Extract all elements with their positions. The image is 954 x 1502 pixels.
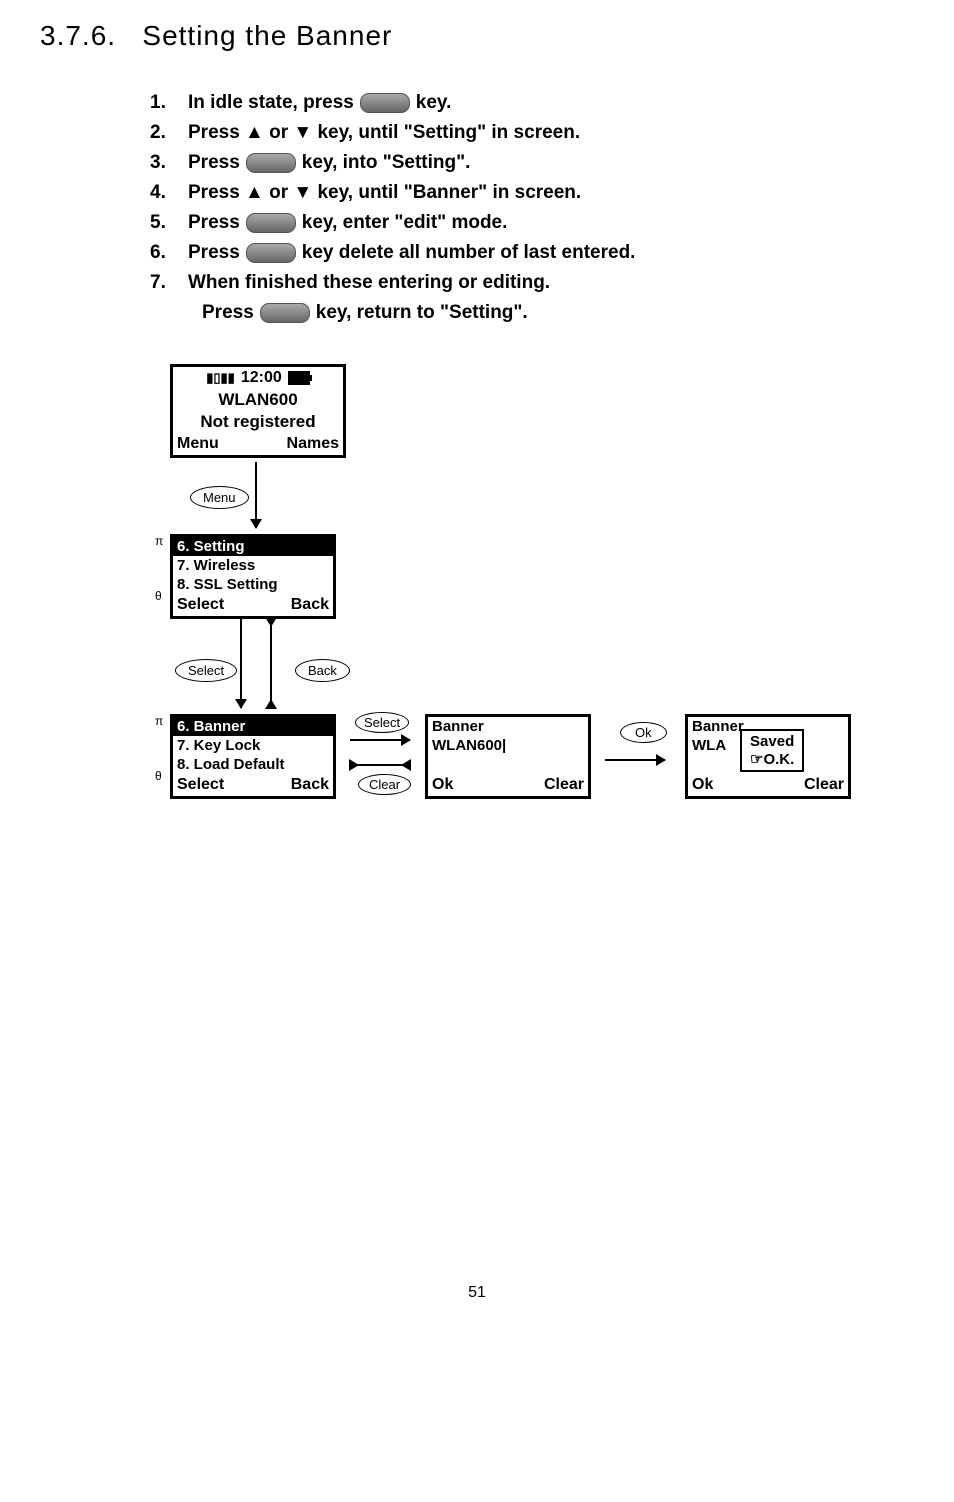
menu-item-loaddefault[interactable]: 8. Load Default <box>173 755 333 774</box>
popup-saved-label: Saved <box>750 733 794 750</box>
ok-key-icon <box>246 243 296 263</box>
instruction-2: 2. Press ▲ or ▼ key, until "Setting" in … <box>150 122 914 144</box>
instruction-6: 6. Press key delete all number of last e… <box>150 242 914 264</box>
ok-key-icon <box>246 213 296 233</box>
softkey-clear[interactable]: Clear <box>804 776 844 794</box>
edit-title: Banner <box>428 717 588 736</box>
softkey-back[interactable]: Back <box>291 596 329 614</box>
settings-menu-screen: 6. Setting 7. Wireless 8. SSL Setting Se… <box>170 534 336 619</box>
instruction-1: 1. In idle state, press key. <box>150 92 914 114</box>
scroll-up-marker: π <box>155 534 163 548</box>
section-heading: 3.7.6. Setting the Banner <box>40 20 914 52</box>
softkey-menu[interactable]: Menu <box>177 435 219 453</box>
popup-ok-label: ☞O.K. <box>750 750 794 768</box>
saved-popup: Saved ☞O.K. <box>740 729 804 772</box>
ok-key-icon <box>246 153 296 173</box>
ok-button-label: Ok <box>620 722 667 743</box>
instructions-list: 1. In idle state, press key. 2. Press ▲ … <box>150 92 914 324</box>
softkey-ok[interactable]: Ok <box>692 776 713 794</box>
signal-icon: ▮▯▮▮ <box>206 370 235 386</box>
instruction-4: 4. Press ▲ or ▼ key, until "Banner" in s… <box>150 182 914 204</box>
instruction-5: 5. Press key, enter "edit" mode. <box>150 212 914 234</box>
battery-icon <box>288 371 310 385</box>
softkey-names[interactable]: Names <box>287 435 339 453</box>
menu-button-label: Menu <box>190 486 249 509</box>
banner-menu-screen: 6. Banner 7. Key Lock 8. Load Default Se… <box>170 714 336 799</box>
softkey-ok[interactable]: Ok <box>432 776 453 794</box>
time-label: 12:00 <box>241 369 282 387</box>
instruction-3: 3. Press key, into "Setting". <box>150 152 914 174</box>
clear-button-label: Clear <box>358 774 411 795</box>
softkey-clear[interactable]: Clear <box>544 776 584 794</box>
instruction-7-cont: Press key, return to "Setting". <box>202 302 914 324</box>
banner-label: WLAN600 <box>173 389 343 411</box>
page-number: 51 <box>40 1284 914 1302</box>
banner-edit-screen: Banner WLAN600| Ok Clear <box>425 714 591 799</box>
ok-key-icon <box>360 93 410 113</box>
ok-key-icon <box>260 303 310 323</box>
softkey-back[interactable]: Back <box>291 776 329 794</box>
menu-item-keylock[interactable]: 7. Key Lock <box>173 736 333 755</box>
menu-item-ssl[interactable]: 8. SSL Setting <box>173 575 333 594</box>
scroll-down-marker: θ <box>155 769 162 783</box>
scroll-up-marker: π <box>155 714 163 728</box>
select-button-label: Select <box>355 712 409 733</box>
select-button-label: Select <box>175 659 237 682</box>
menu-item-setting[interactable]: 6. Setting <box>173 537 333 556</box>
instruction-7: 7. When finished these entering or editi… <box>150 272 914 294</box>
status-label: Not registered <box>173 411 343 433</box>
menu-item-banner[interactable]: 6. Banner <box>173 717 333 736</box>
menu-item-wireless[interactable]: 7. Wireless <box>173 556 333 575</box>
edit-value[interactable]: WLAN600| <box>428 736 588 755</box>
softkey-select[interactable]: Select <box>177 776 224 794</box>
flow-diagram: ▮▯▮▮ 12:00 WLAN600 Not registered Menu N… <box>150 364 914 884</box>
back-button-label: Back <box>295 659 350 682</box>
idle-screen: ▮▯▮▮ 12:00 WLAN600 Not registered Menu N… <box>170 364 346 458</box>
scroll-down-marker: θ <box>155 589 162 603</box>
softkey-select[interactable]: Select <box>177 596 224 614</box>
